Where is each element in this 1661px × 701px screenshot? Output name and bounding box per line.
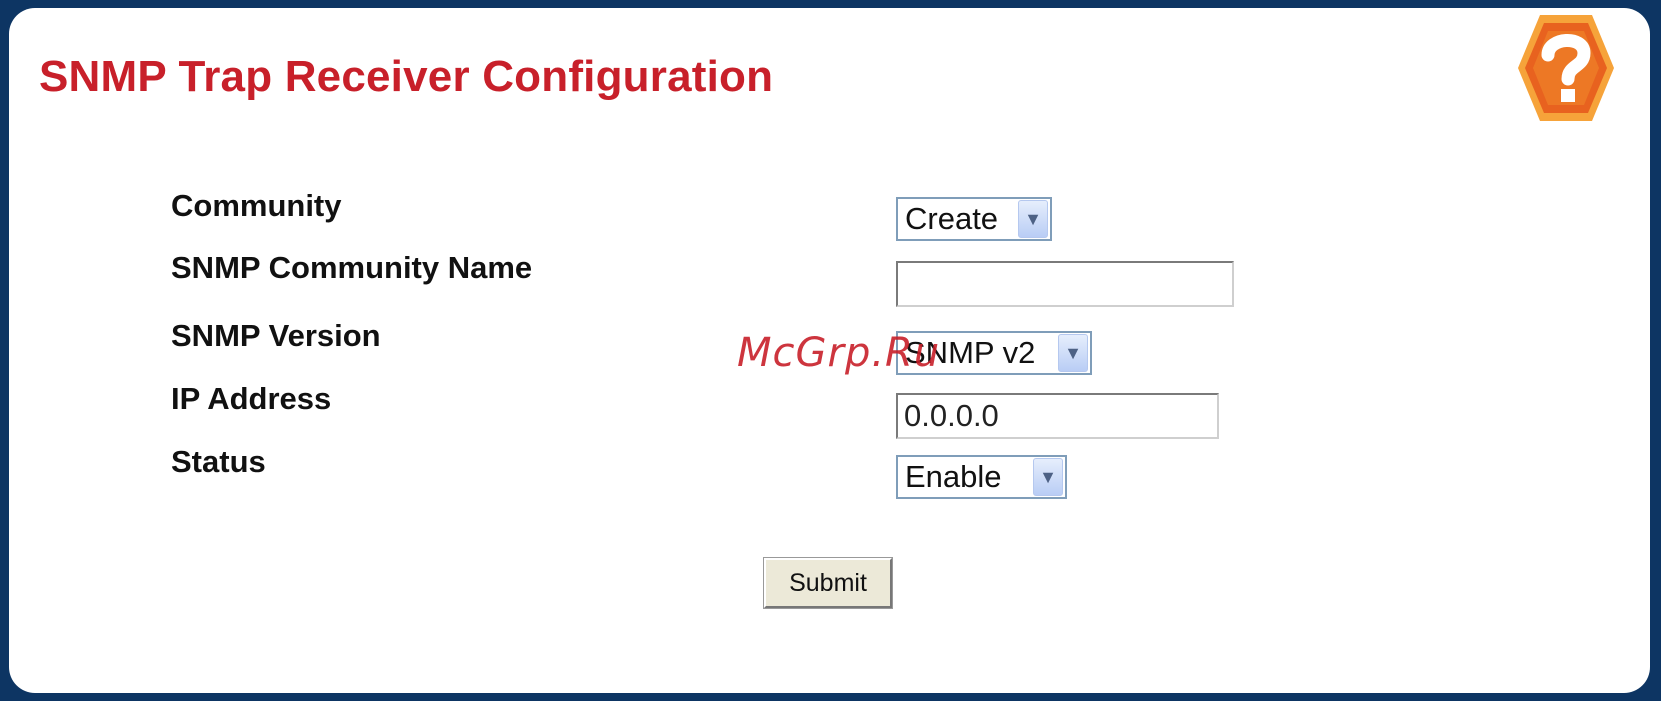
page-title: SNMP Trap Receiver Configuration <box>39 52 774 101</box>
snmp-version-select-value: SNMP v2 <box>905 335 1036 370</box>
chevron-down-icon[interactable]: ▼ <box>1058 334 1088 372</box>
community-label: Community <box>171 188 342 223</box>
submit-button[interactable]: Submit <box>763 557 893 609</box>
help-question-icon[interactable] <box>1518 13 1614 123</box>
community-name-input[interactable] <box>896 261 1234 307</box>
community-select[interactable]: Create ▼ <box>896 197 1052 241</box>
community-name-label: SNMP Community Name <box>171 250 533 285</box>
snmp-version-label: SNMP Version <box>171 318 381 353</box>
status-select-value: Enable <box>905 459 1002 494</box>
chevron-down-icon[interactable]: ▼ <box>1018 200 1048 238</box>
ip-address-label: IP Address <box>171 381 332 416</box>
status-label: Status <box>171 444 266 479</box>
snmp-version-select[interactable]: SNMP v2 ▼ <box>896 331 1092 375</box>
community-select-value: Create <box>905 201 999 236</box>
ip-address-input[interactable] <box>896 393 1219 439</box>
chevron-down-icon[interactable]: ▼ <box>1033 458 1063 496</box>
status-select[interactable]: Enable ▼ <box>896 455 1067 499</box>
